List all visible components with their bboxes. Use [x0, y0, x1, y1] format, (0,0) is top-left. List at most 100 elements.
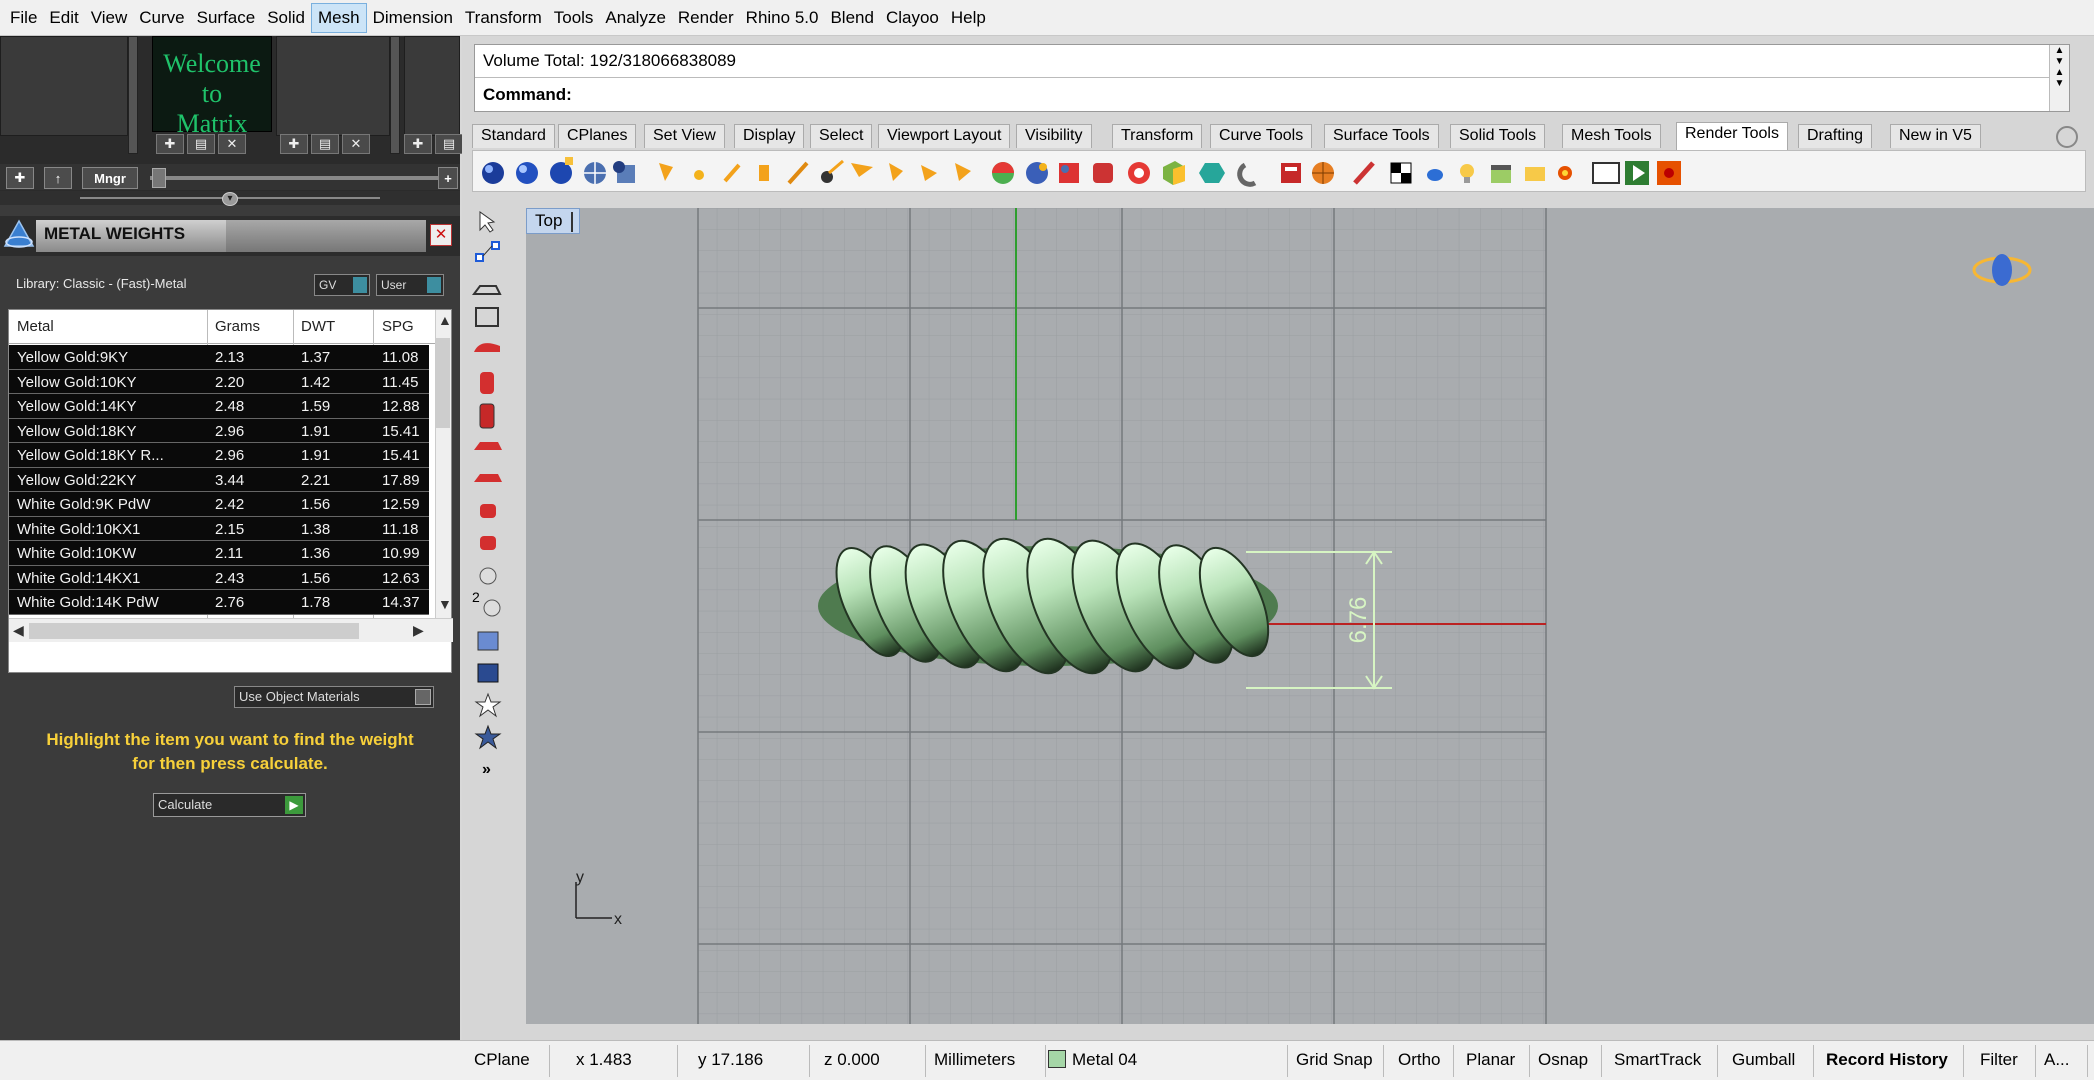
material-editor-icon[interactable]: [1026, 162, 1048, 184]
scroll-thumb[interactable]: [436, 338, 450, 428]
perspective-gizmo-icon[interactable]: [1972, 254, 2032, 286]
gv-dropdown[interactable]: GV: [314, 274, 370, 296]
scroll-thumb[interactable]: [29, 623, 359, 639]
sphere-icon[interactable]: [482, 162, 504, 184]
filmstrip-icon[interactable]: [1592, 162, 1620, 184]
grid-snap-toggle[interactable]: Grid Snap: [1288, 1045, 1384, 1077]
car-back-icon[interactable]: [480, 536, 496, 550]
table-vertical-scrollbar[interactable]: ▲ ▼: [435, 310, 452, 618]
linear-light-icon[interactable]: [787, 161, 809, 185]
rectangular-light-icon[interactable]: [759, 165, 769, 181]
render-settings-icon[interactable]: [1281, 163, 1301, 183]
menu-edit[interactable]: Edit: [43, 4, 84, 32]
column-header-dwt[interactable]: DWT: [301, 318, 335, 335]
environment-icon[interactable]: [1199, 163, 1225, 183]
delete-icon[interactable]: ✕: [218, 134, 246, 154]
welcome-thumbnail[interactable]: Welcome to Matrix: [152, 36, 272, 138]
car-wire-icon[interactable]: [472, 285, 502, 295]
tab-solid-tools[interactable]: Solid Tools: [1450, 124, 1546, 148]
checker-icon[interactable]: [1390, 162, 1412, 184]
paint-brush-icon[interactable]: [1353, 161, 1375, 185]
sun-icon[interactable]: [1558, 166, 1572, 180]
add-icon[interactable]: ✚: [404, 134, 432, 154]
point-light-icon[interactable]: [694, 170, 704, 180]
sphere-icon[interactable]: [516, 162, 538, 184]
delete-icon[interactable]: ✕: [342, 134, 370, 154]
lifebuoy-icon[interactable]: [1128, 162, 1150, 184]
menu-mesh[interactable]: Mesh: [311, 2, 367, 33]
texture-icon[interactable]: [1093, 163, 1113, 183]
collapse-icon[interactable]: ▾: [222, 192, 238, 206]
tab-mesh-tools[interactable]: Mesh Tools: [1562, 124, 1661, 148]
current-layer[interactable]: Metal 04: [1040, 1045, 1288, 1077]
units-indicator[interactable]: Millimeters: [926, 1045, 1046, 1077]
menu-surface[interactable]: Surface: [191, 4, 262, 32]
robot-icon[interactable]: [477, 631, 499, 651]
edit-light-icon[interactable]: [889, 163, 903, 181]
bulb-icon[interactable]: [1460, 164, 1474, 183]
user-dropdown[interactable]: User: [376, 274, 444, 296]
robot-dark-icon[interactable]: [477, 663, 499, 683]
car-top-icon[interactable]: [479, 403, 495, 429]
tab-new-in-v5[interactable]: New in V5: [1890, 124, 1981, 148]
table-row[interactable]: White Gold:10KX1 2.15 1.38 11.18: [9, 516, 429, 541]
select-arrow-icon[interactable]: [479, 211, 496, 233]
column-header-spg[interactable]: SPG: [382, 318, 414, 335]
tab-select[interactable]: Select: [810, 124, 873, 148]
add-button[interactable]: ✚: [6, 167, 34, 189]
tab-standard[interactable]: Standard: [472, 124, 555, 148]
smarttrack-toggle[interactable]: SmartTrack: [1606, 1045, 1718, 1077]
table-row[interactable]: Yellow Gold:22KY 3.44 2.21 17.89: [9, 467, 429, 492]
table-row[interactable]: Yellow Gold:9KY 2.13 1.37 11.08: [9, 345, 429, 370]
tab-render-tools[interactable]: Render Tools: [1676, 122, 1788, 150]
table-row[interactable]: Yellow Gold:10KY 2.20 1.42 11.45: [9, 369, 429, 394]
slider-thumb[interactable]: [152, 168, 166, 188]
thumbnail-size-slider[interactable]: [150, 176, 440, 180]
viewport-title[interactable]: Top: [526, 208, 580, 234]
menu-clayoo[interactable]: Clayoo: [880, 4, 945, 32]
stop-render-icon[interactable]: [1657, 161, 1681, 185]
expand-more-icon[interactable]: »: [482, 761, 491, 778]
light-target-icon[interactable]: [821, 159, 844, 183]
menu-help[interactable]: Help: [945, 4, 992, 32]
table-row[interactable]: White Gold:10KW 2.11 1.36 10.99: [9, 541, 429, 566]
sphere-light-icon[interactable]: [550, 157, 573, 184]
spotlight-icon[interactable]: [659, 163, 673, 181]
more-status-button[interactable]: A...: [2036, 1045, 2088, 1077]
table-row[interactable]: Yellow Gold:18KY 2.96 1.91 15.41: [9, 418, 429, 443]
scroll-left-icon[interactable]: ◀: [13, 622, 24, 639]
viewport-canvas[interactable]: 6.76 y x: [526, 208, 2094, 1024]
add-icon[interactable]: ✚: [280, 134, 308, 154]
globe-icon[interactable]: [584, 162, 606, 184]
menu-tools[interactable]: Tools: [548, 4, 600, 32]
mngr-button[interactable]: Mngr: [82, 167, 138, 189]
panel-splitter[interactable]: ▾: [0, 191, 460, 206]
viewport-menu-icon[interactable]: [571, 212, 573, 232]
table-row[interactable]: Yellow Gold:18KY R... 2.96 1.91 15.41: [9, 443, 429, 468]
star-dark-icon[interactable]: [474, 724, 502, 750]
cplane-indicator[interactable]: CPlane: [466, 1045, 550, 1077]
menu-solid[interactable]: Solid: [261, 4, 311, 32]
add-icon[interactable]: ✚: [156, 134, 184, 154]
render-window-icon[interactable]: [1491, 165, 1511, 183]
table-row[interactable]: White Gold:9K PdW 2.42 1.56 12.59: [9, 492, 429, 517]
gallery-thumb-3[interactable]: [276, 36, 390, 136]
zoom-in-button[interactable]: +: [438, 167, 458, 189]
scroll-up-icon[interactable]: ▲: [438, 312, 452, 328]
filter-toggle[interactable]: Filter: [1972, 1045, 2036, 1077]
basketball-icon[interactable]: [1312, 162, 1334, 184]
light-sphere-icon[interactable]: [479, 567, 497, 585]
table-row[interactable]: Yellow Gold:14KY 2.48 1.59 12.88: [9, 394, 429, 419]
menu-render[interactable]: Render: [672, 4, 740, 32]
material-icon[interactable]: [992, 162, 1014, 184]
tab-set-view[interactable]: Set View: [644, 124, 725, 148]
scroll-right-icon[interactable]: ▶: [413, 622, 424, 639]
gallery-thumb-4[interactable]: [404, 36, 460, 136]
gallery-scrollbar-2[interactable]: [390, 36, 400, 154]
menu-blend[interactable]: Blend: [824, 4, 879, 32]
top-viewport[interactable]: 6.76 y x Top: [526, 208, 2094, 1024]
record-history-toggle[interactable]: Record History: [1818, 1045, 1964, 1077]
save-render-icon[interactable]: [613, 161, 635, 183]
planar-toggle[interactable]: Planar: [1458, 1045, 1530, 1077]
control-points-icon[interactable]: [475, 241, 500, 262]
